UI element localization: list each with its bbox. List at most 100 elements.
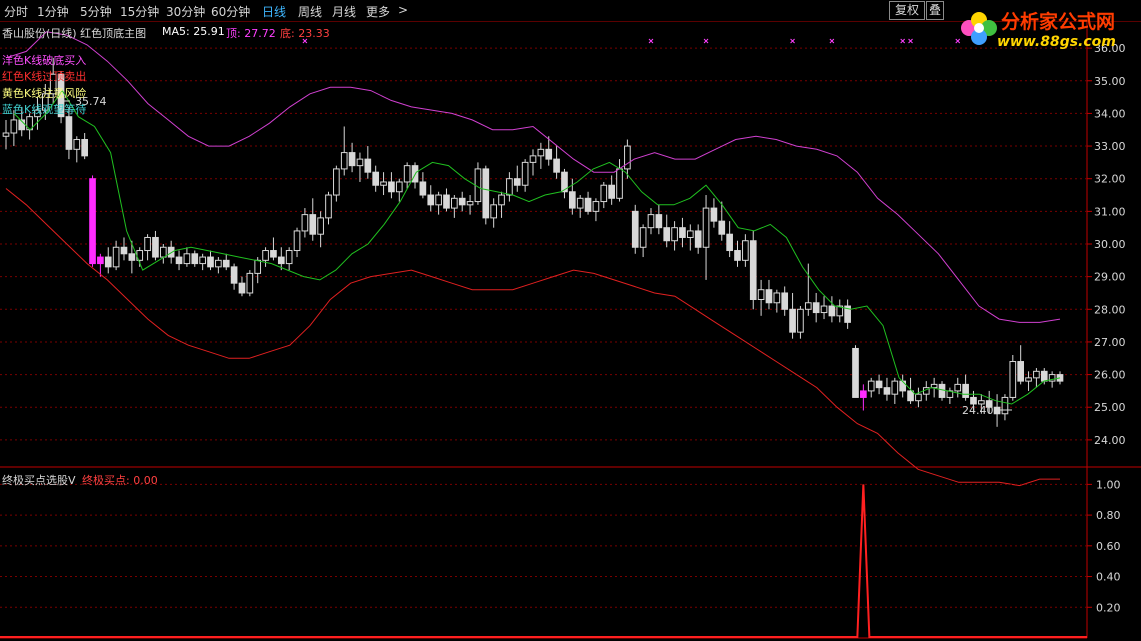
candle-body — [584, 197, 592, 212]
candle-body — [199, 256, 206, 265]
candle-body — [104, 256, 112, 268]
candle-body — [875, 380, 883, 389]
period-tab-5[interactable]: 60分钟 — [211, 3, 250, 20]
period-tab-1[interactable]: 1分钟 — [37, 3, 69, 20]
ma5-label: MA5: 25.91 — [162, 25, 225, 38]
signal-line — [0, 484, 1087, 638]
candle-body — [309, 214, 317, 235]
period-tab-4[interactable]: 30分钟 — [166, 3, 205, 20]
candle-body — [679, 227, 686, 238]
fuquan-button[interactable]: 复权 — [889, 1, 925, 20]
candle-body — [144, 236, 151, 252]
candle-body — [537, 148, 545, 157]
candle-body — [246, 272, 254, 294]
candle-body — [443, 194, 450, 209]
candle-body — [655, 214, 663, 229]
candle-body — [230, 266, 238, 284]
legend-item-blue: 蓝色K线观望等待 — [2, 103, 87, 116]
candle-body — [891, 380, 899, 395]
candle-body — [340, 152, 348, 170]
candle-body — [120, 246, 128, 255]
candle-body — [694, 230, 702, 248]
candle-body — [10, 119, 18, 134]
candle-body — [152, 236, 159, 258]
candle-body — [915, 393, 922, 402]
candle-body — [930, 383, 938, 389]
candle-body — [380, 181, 387, 186]
candle-body — [65, 116, 73, 150]
candle-body — [215, 259, 222, 268]
candle-body — [899, 380, 907, 392]
period-tab-6[interactable]: 日线 — [262, 3, 286, 20]
candle-body — [466, 201, 474, 206]
candle-body — [191, 253, 199, 265]
candle-body — [860, 390, 867, 398]
candle-body — [301, 214, 309, 232]
candle-body — [270, 250, 277, 258]
signal-cross-marker — [648, 38, 654, 44]
candle-body — [364, 158, 372, 173]
candle-body — [458, 197, 466, 206]
candle-body — [506, 178, 513, 196]
period-tab-7[interactable]: 周线 — [298, 3, 322, 20]
candle-body — [631, 210, 639, 248]
candle-body — [726, 233, 733, 252]
sub-y-tick-label: 0.80 — [1096, 509, 1121, 522]
flower-icon — [961, 12, 997, 45]
candle-body — [2, 132, 10, 137]
period-tab-8[interactable]: 月线 — [332, 3, 356, 20]
candle-body — [962, 383, 969, 398]
candle-body — [451, 197, 458, 209]
y-tick-label: 31.00 — [1094, 205, 1126, 218]
candle-body — [167, 246, 175, 258]
period-tab-3[interactable]: 15分钟 — [120, 3, 159, 20]
candle-body — [883, 387, 891, 395]
candle-body — [372, 171, 380, 186]
period-tab-0[interactable]: 分时 — [4, 3, 28, 20]
candle-body — [757, 289, 765, 300]
y-tick-label: 26.00 — [1094, 369, 1126, 382]
logo-url: www.88gs.com — [997, 34, 1116, 50]
candle-body — [749, 240, 757, 300]
candle-body — [81, 139, 88, 157]
candle-body — [1033, 370, 1040, 379]
main-chart-title: 香山股份(日线) 红色顶底主图 — [2, 27, 147, 40]
overlay-button[interactable]: 叠 — [926, 1, 944, 20]
candle-body — [804, 302, 812, 310]
period-tab-9[interactable]: 更多 — [366, 3, 390, 20]
candle-body — [183, 253, 191, 265]
candle-body — [1040, 370, 1048, 382]
candle-body — [128, 253, 136, 261]
top-band-line — [5, 31, 1061, 323]
candle-body — [600, 184, 608, 203]
signal-cross-marker — [829, 38, 835, 44]
candle-body — [812, 302, 820, 314]
candle-body — [73, 139, 81, 150]
logo-title: 分析家公式网 — [1001, 11, 1116, 33]
candle-body — [513, 178, 521, 186]
candle-body — [490, 204, 498, 219]
candle-body — [1025, 377, 1032, 382]
more-chevron-icon[interactable]: > — [398, 3, 408, 17]
period-tab-2[interactable]: 5分钟 — [80, 3, 112, 20]
candle-body — [277, 256, 285, 265]
candle-body — [1009, 361, 1017, 398]
sub-y-tick-label: 0.40 — [1096, 571, 1121, 584]
candle-body — [317, 217, 324, 235]
candle-body — [781, 292, 789, 310]
candle-body — [954, 383, 962, 392]
candle-body — [89, 178, 96, 265]
candle-body — [207, 256, 214, 268]
low-price-annotation: 24.40 — [962, 404, 994, 417]
candle-body — [403, 165, 411, 183]
y-tick-label: 30.00 — [1094, 238, 1126, 251]
sub-y-tick-label: 1.00 — [1096, 478, 1121, 491]
sub-chart-value: 终极买点: 0.00 — [82, 474, 158, 487]
candle-body — [624, 145, 631, 170]
candle-body — [175, 256, 183, 265]
chart-canvas[interactable]: 36.0035.0034.0033.0032.0031.0030.0029.00… — [0, 0, 1141, 641]
y-tick-label: 27.00 — [1094, 336, 1126, 349]
candle-body — [435, 194, 442, 206]
candle-body — [663, 227, 671, 242]
candle-body — [97, 256, 104, 265]
